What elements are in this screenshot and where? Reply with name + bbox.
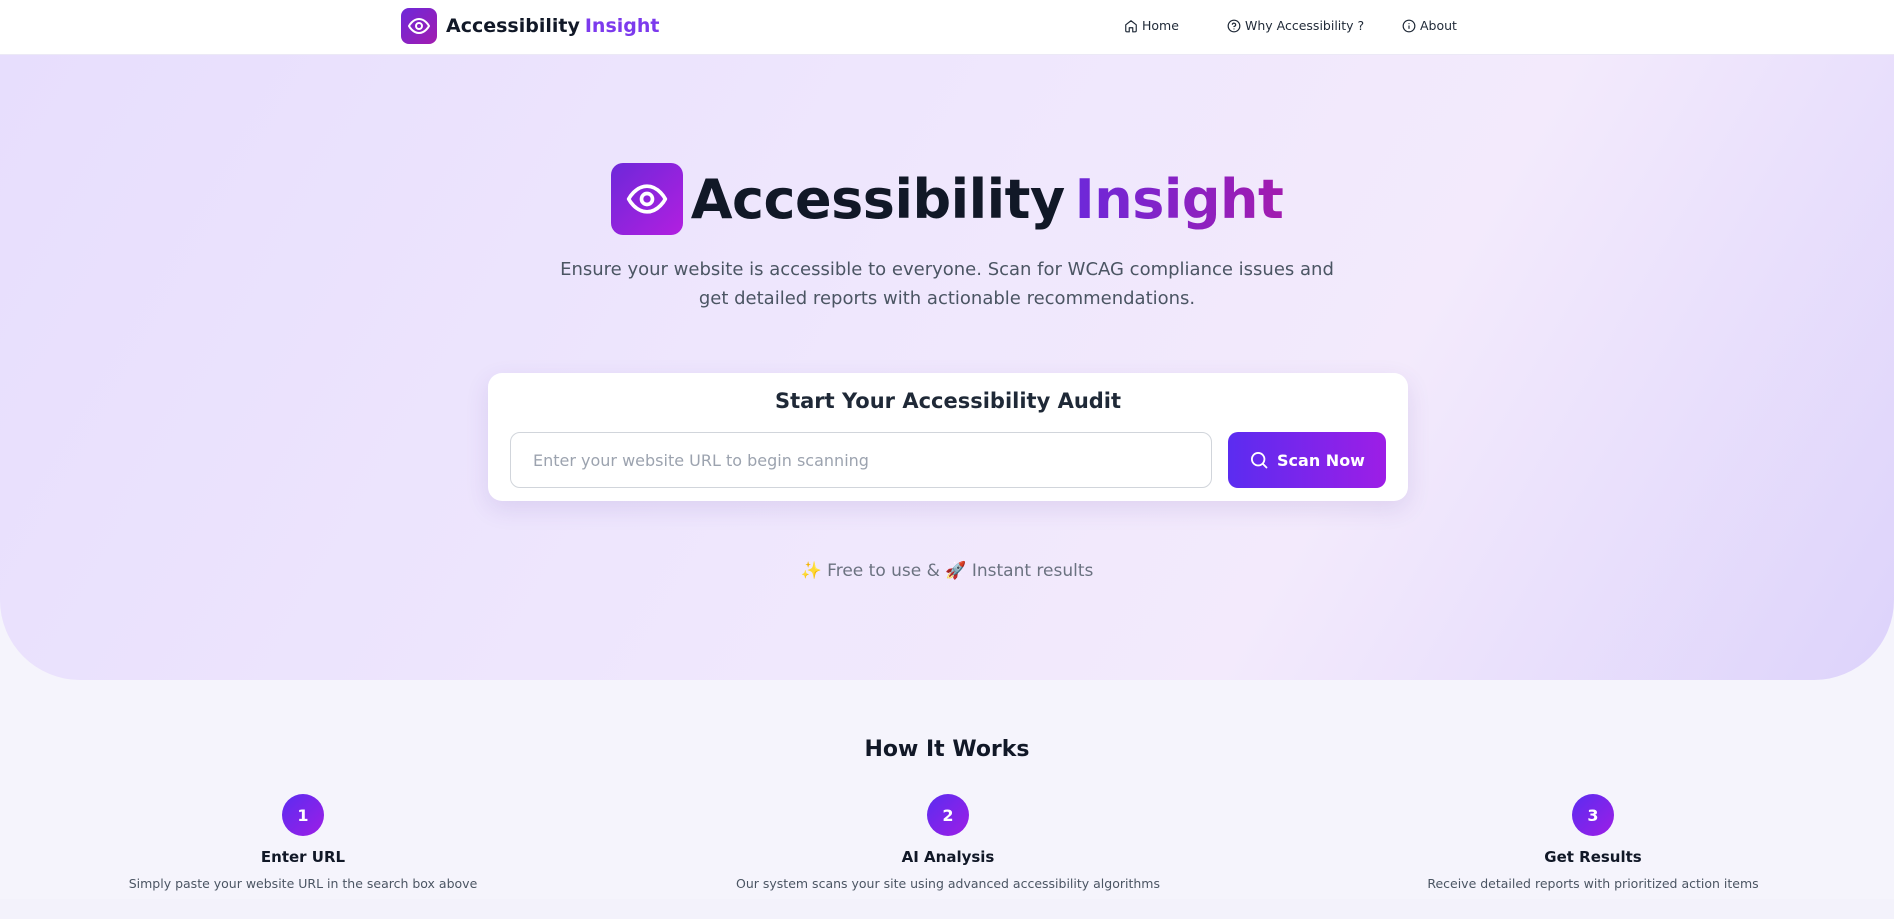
step-number-badge: 1 <box>282 794 324 836</box>
step-card: 1 Enter URL Simply paste your website UR… <box>53 794 553 891</box>
step-description: Our system scans your site using advance… <box>736 876 1160 891</box>
brand-name-main: Accessibility <box>446 15 580 37</box>
scan-now-label: Scan Now <box>1277 450 1365 470</box>
step-card: 3 Get Results Receive detailed reports w… <box>1343 794 1843 891</box>
step-description: Receive detailed reports with prioritize… <box>1427 876 1759 891</box>
step-card: 2 AI Analysis Our system scans your site… <box>698 794 1198 891</box>
brand-name: Accessibility Insight <box>446 15 660 37</box>
nav-item-why-accessibility[interactable]: Why Accessibility ? <box>1227 18 1364 33</box>
hero-tagline: ✨ Free to use & 🚀 Instant results <box>800 561 1094 581</box>
help-circle-icon <box>1227 19 1241 32</box>
step-description: Simply paste your website URL in the sea… <box>128 876 478 891</box>
top-navbar: Accessibility Insight Home Why Accessibil… <box>0 0 1894 55</box>
hero-title-row: Accessibility Insight <box>0 163 1894 235</box>
url-input[interactable] <box>510 432 1212 488</box>
home-icon <box>1125 19 1137 32</box>
brand-name-accent: Insight <box>584 15 660 37</box>
step-title: Get Results <box>1544 848 1642 866</box>
search-icon <box>1251 452 1268 469</box>
page-title-main: Accessibility <box>690 167 1065 231</box>
step-title: AI Analysis <box>901 848 995 866</box>
page-title-accent: Insight <box>1074 167 1284 231</box>
scan-now-button[interactable]: Scan Now <box>1228 432 1386 488</box>
how-it-works-title: How It Works <box>864 737 1030 762</box>
info-icon <box>1402 19 1416 32</box>
nav-item-home-label: Home <box>1142 18 1179 33</box>
page-bottom-strip <box>0 899 1894 919</box>
nav-item-about[interactable]: About <box>1402 18 1457 33</box>
step-number-badge: 3 <box>1572 794 1614 836</box>
nav-item-about-label: About <box>1420 18 1457 33</box>
brand-logo-link[interactable]: Accessibility Insight <box>401 8 660 44</box>
audit-card: Start Your Accessibility Audit Scan Now <box>488 373 1408 501</box>
nav-item-why-label: Why Accessibility ? <box>1245 18 1365 33</box>
step-title: Enter URL <box>260 848 346 866</box>
nav-item-home[interactable]: Home <box>1124 18 1179 33</box>
hero-section: Accessibility Insight Ensure your website… <box>0 55 1894 680</box>
eye-icon <box>610 163 683 235</box>
page-title: Accessibility Insight <box>691 168 1284 231</box>
audit-card-title: Start Your Accessibility Audit <box>774 389 1122 413</box>
eye-icon <box>401 8 437 44</box>
step-number-badge: 2 <box>927 794 969 836</box>
hero-subtitle: Ensure your website is accessible to eve… <box>560 259 1334 309</box>
